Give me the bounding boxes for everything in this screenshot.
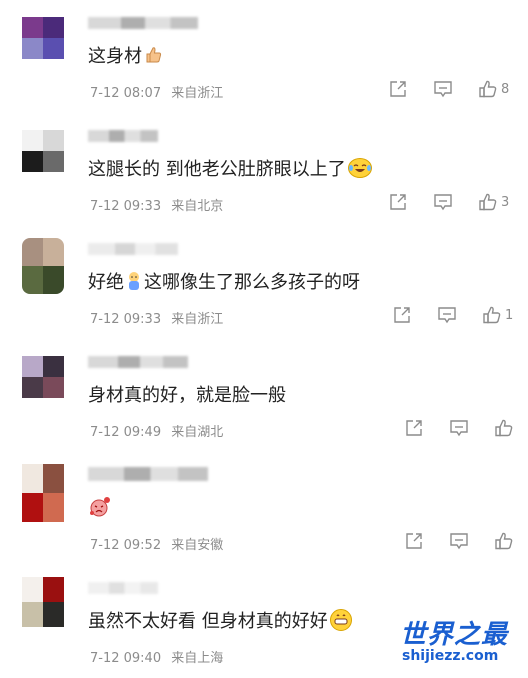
- comment-meta: 7-12 09:33 来自浙江: [90, 308, 223, 327]
- username-blurred[interactable]: [88, 582, 158, 594]
- comment-meta: 7-12 09:33 来自北京: [90, 195, 223, 214]
- grinning-emoji: [329, 609, 352, 631]
- avatar[interactable]: [22, 238, 64, 294]
- comment-text-continued: 这哪像生了那么多孩子的呀: [144, 272, 360, 293]
- comment-location: 来自北京: [171, 199, 224, 214]
- share-icon[interactable]: [392, 305, 412, 325]
- comment-text: 身材真的好，就是脸一般: [88, 381, 286, 407]
- comment-actions: 8: [388, 79, 509, 99]
- crying-face-emoji: [88, 496, 112, 518]
- comment-date: 7-12 08:07: [90, 86, 162, 101]
- comment-icon[interactable]: [449, 531, 469, 551]
- comment-icon[interactable]: [449, 418, 469, 438]
- thumbs-up-icon[interactable]: [482, 305, 502, 325]
- username-blurred[interactable]: [88, 17, 198, 29]
- username-blurred[interactable]: [88, 243, 178, 255]
- thumbs-up-icon[interactable]: [478, 192, 498, 212]
- share-icon[interactable]: [388, 79, 408, 99]
- comment-item: 好绝 这哪像生了那么多孩子的呀 7-12 09:33 来自浙江 1: [0, 226, 528, 339]
- thumbs-up-icon[interactable]: [494, 531, 514, 551]
- username-blurred[interactable]: [88, 467, 208, 481]
- comment-location: 来自浙江: [171, 86, 224, 101]
- share-icon[interactable]: [388, 192, 408, 212]
- avatar[interactable]: [22, 464, 64, 522]
- share-icon[interactable]: [404, 531, 424, 551]
- comment-meta: 7-12 09:40 来自上海: [90, 647, 223, 666]
- comment-meta: 7-12 09:52 来自安徽: [90, 534, 223, 553]
- comment-text-body: 身材真的好，就是脸一般: [88, 385, 286, 406]
- share-icon[interactable]: [404, 418, 424, 438]
- comment-item: 7-12 09:52 来自安徽: [0, 452, 528, 565]
- comment-icon[interactable]: [433, 192, 453, 212]
- avatar[interactable]: [22, 356, 64, 398]
- like-count: 8: [501, 81, 510, 97]
- comment-actions: [404, 531, 514, 551]
- comment-text: 这腿长的 到他老公肚脐眼以上了: [88, 155, 372, 181]
- laughing-tears-emoji: [347, 158, 372, 178]
- baby-emoji: [126, 271, 142, 291]
- like-count: 3: [501, 194, 510, 210]
- comment-date: 7-12 09:49: [90, 425, 162, 440]
- comment-text: 好绝 这哪像生了那么多孩子的呀: [88, 268, 360, 294]
- comment-item: 这腿长的 到他老公肚脐眼以上了 7-12 09:33 来自北京 3: [0, 113, 528, 226]
- comment-date: 7-12 09:33: [90, 312, 162, 327]
- comment-meta: 7-12 09:49 来自湖北: [90, 421, 223, 440]
- comment-meta: 7-12 08:07 来自浙江: [90, 82, 223, 101]
- comment-text-body: 这腿长的 到他老公肚脐眼以上了: [88, 159, 346, 180]
- comment-text-body: 这身材: [88, 46, 142, 67]
- comment-text-body: 虽然不太好看 但身材真的好好: [88, 611, 328, 632]
- watermark-title: 世界之最: [400, 620, 509, 650]
- comment-item: 这身材 7-12 08:07 来自浙江 8: [0, 0, 528, 113]
- comment-date: 7-12 09:52: [90, 538, 162, 553]
- thumbs-up-emoji: [144, 45, 164, 65]
- comment-text: [88, 496, 112, 518]
- comment-icon[interactable]: [437, 305, 457, 325]
- comment-text: 虽然不太好看 但身材真的好好: [88, 607, 352, 633]
- comment-date: 7-12 09:33: [90, 199, 162, 214]
- comment-actions: 1: [392, 305, 513, 325]
- watermark-url: shijiezz.com: [402, 648, 499, 664]
- thumbs-up-icon[interactable]: [478, 79, 498, 99]
- comment-actions: 3: [388, 192, 509, 212]
- comment-text: 这身材: [88, 42, 164, 68]
- avatar[interactable]: [22, 130, 64, 172]
- watermark-logo: 世界之最 shijiezz.com: [400, 614, 522, 670]
- comment-date: 7-12 09:40: [90, 651, 162, 666]
- avatar[interactable]: [22, 577, 64, 627]
- thumbs-up-icon[interactable]: [494, 418, 514, 438]
- comment-location: 来自安徽: [171, 538, 224, 553]
- comment-actions: [404, 418, 514, 438]
- comment-text-body: 好绝: [88, 272, 124, 293]
- username-blurred[interactable]: [88, 130, 158, 142]
- comment-item: 身材真的好，就是脸一般 7-12 09:49 来自湖北: [0, 339, 528, 452]
- like-count: 1: [505, 307, 514, 323]
- comment-location: 来自上海: [171, 651, 224, 666]
- username-blurred[interactable]: [88, 356, 188, 368]
- comment-location: 来自浙江: [171, 312, 224, 327]
- comment-icon[interactable]: [433, 79, 453, 99]
- avatar[interactable]: [22, 17, 64, 59]
- comment-location: 来自湖北: [171, 425, 224, 440]
